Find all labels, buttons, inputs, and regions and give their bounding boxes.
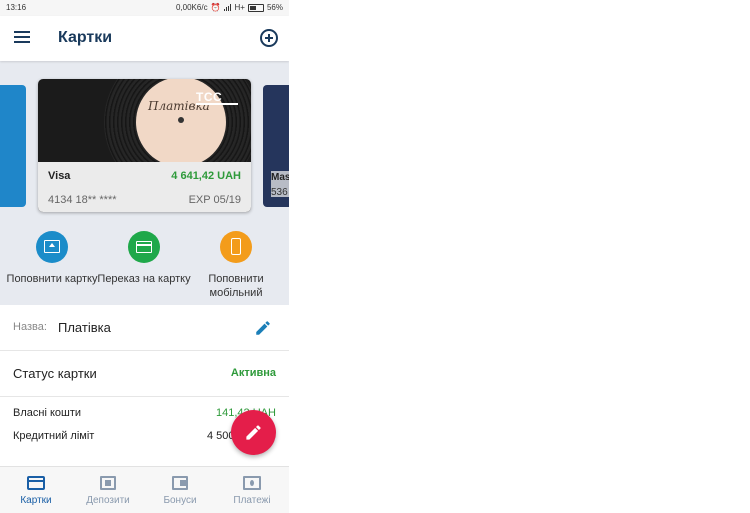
transfer-to-card-label: Переказ на картку [97,273,191,285]
status-indicators: 0,00K6/c ⏰ H+ 56% [176,3,283,12]
battery-icon [247,3,264,12]
card-name-label: Назва: [13,321,47,333]
tab-deposits-label: Депозити [86,495,130,506]
topup-mobile-label: Поповнити мобільний [208,273,264,299]
topup-card-button[interactable]: Поповнити картку [4,231,100,286]
selected-card[interactable]: Платівка TCC Visa 4 641,42 UAH 4134 18**… [38,79,251,212]
next-card[interactable]: Mas 536 [263,85,289,207]
edit-fab-button[interactable] [231,410,276,455]
bank-logo-underline [196,103,238,105]
payments-tab-icon [243,476,261,490]
app-bar: Картки [0,16,289,61]
credit-limit-label: Кредитний ліміт [13,430,95,442]
battery-level: 56% [266,3,283,12]
card-info-panel: Visa 4 641,42 UAH 4134 18** **** EXP 05/… [38,162,251,212]
topup-card-label: Поповнити картку [6,273,98,285]
bottom-navigation: Картки Депозити Бонуси Платежі [0,466,289,513]
network-type: H+ [234,3,245,12]
cards-tab-icon [27,476,45,490]
card-balance: 4 641,42 UAH [171,170,241,182]
status-bar: 13:16 0,00K6/c ⏰ H+ 56% [0,0,289,16]
hamburger-menu-icon[interactable] [14,31,30,45]
tab-bonuses[interactable]: Бонуси [144,467,216,513]
tab-payments[interactable]: Платежі [216,467,288,513]
card-status-value: Активна [230,367,276,379]
edit-pencil-icon[interactable] [254,319,272,337]
card-type: Visa [48,170,71,182]
tab-payments-label: Платежі [233,495,271,506]
tab-bonuses-label: Бонуси [163,495,197,506]
card-carousel[interactable]: Платівка TCC Visa 4 641,42 UAH 4134 18**… [0,61,289,305]
signal-icon [223,4,232,11]
card-status-label: Статус картки [13,366,97,381]
add-circle-icon[interactable] [260,29,278,47]
own-funds-label: Власні кошти [13,407,82,419]
card-number: 4134 18** **** [48,194,117,206]
record-hole [178,117,184,123]
tab-deposits[interactable]: Депозити [72,467,144,513]
previous-card[interactable] [0,85,26,207]
card-transfer-icon [128,231,160,263]
next-card-number: 536 [271,187,288,198]
page-title: Картки [58,29,113,46]
network-speed: 0,00K6/c [175,3,208,12]
tab-cards[interactable]: Картки [0,467,72,513]
mobile-phone-icon [220,231,252,263]
edit-pencil-icon [246,425,261,440]
topup-mobile-button[interactable]: Поповнити мобільний [188,231,284,300]
alarm-icon: ⏰ [210,3,221,12]
tab-cards-label: Картки [20,495,52,506]
card-name-row: Назва: Платівка [0,305,289,351]
deposits-tab-icon [100,476,116,490]
topup-icon [36,231,68,263]
card-status-row: Статус картки Активна [0,351,289,397]
status-time: 13:16 [6,3,27,12]
phone-screen: 13:16 0,00K6/c ⏰ H+ 56% Картки Платівка [0,0,289,513]
card-name-value: Платівка [58,320,111,335]
bank-logo: TCC [196,90,223,104]
transfer-to-card-button[interactable]: Переказ на картку [96,231,192,286]
card-expiry: EXP 05/19 [188,194,241,206]
bonuses-tab-icon [172,476,188,490]
